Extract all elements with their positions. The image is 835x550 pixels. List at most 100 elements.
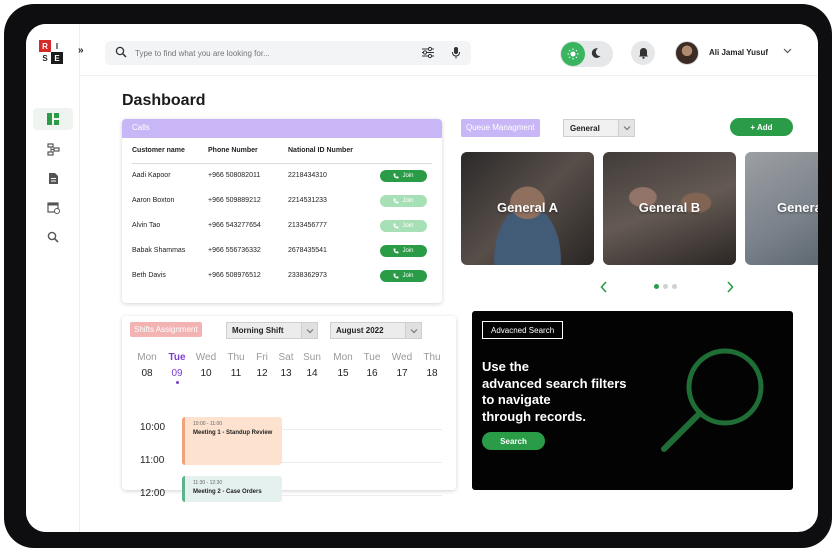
queue-selected-value: General	[570, 124, 600, 133]
carousel-next-icon[interactable]	[726, 281, 734, 293]
shift-event[interactable]: 10:00 - 11:00 Meeting 1 - Standup Review	[182, 417, 282, 465]
join-label: Join	[402, 197, 414, 204]
sidebar-item-search[interactable]	[39, 226, 67, 248]
phone-icon	[393, 248, 399, 253]
customer-name: Aadi Kapoor	[132, 172, 171, 180]
calendar-day-today[interactable]: Tue 09	[162, 352, 192, 384]
customer-name: Alvin Tao	[132, 222, 161, 229]
column-header: National ID Number	[288, 139, 380, 164]
calendar-day[interactable]: Mon 15	[328, 352, 358, 379]
national-id: 2338362973	[288, 272, 327, 279]
today-indicator	[175, 381, 179, 384]
calendar-day[interactable]: Mon 08	[132, 352, 162, 379]
phone-number: +966 509889212	[208, 197, 261, 204]
search-input[interactable]	[135, 45, 405, 61]
calendar-day[interactable]: Tue 16	[357, 352, 387, 379]
phone-number: +966 508082011	[208, 172, 261, 180]
sidebar-item-dashboard[interactable]	[33, 108, 73, 130]
queue-tile-label: General A	[497, 200, 558, 215]
light-mode-button[interactable]	[561, 42, 585, 66]
shift-select[interactable]: Morning Shift	[226, 322, 318, 339]
calendar-day[interactable]: Wed 17	[387, 352, 417, 379]
promo-line: Use the	[482, 359, 529, 374]
collapse-sidebar-button[interactable]: »	[78, 45, 84, 56]
queue-tile-label: General C	[777, 200, 818, 215]
chevron-down-icon	[405, 323, 421, 338]
queue-management-label: Queue Managment	[461, 119, 540, 137]
join-button-disabled[interactable]: Join	[380, 219, 427, 232]
queue-tile-general-c[interactable]: General C	[745, 152, 818, 265]
advanced-search-text: Use the advanced search filters to navig…	[482, 359, 682, 425]
workflow-icon	[46, 142, 60, 156]
promo-line: through records.	[482, 408, 587, 424]
queue-select[interactable]: General	[563, 119, 635, 137]
advanced-search-panel: Advacned Search Use the advanced search …	[472, 311, 793, 490]
join-button[interactable]: Join	[380, 244, 427, 257]
calendar-day[interactable]: Sun 14	[297, 352, 327, 379]
rise-logo: R I S E	[39, 40, 63, 64]
calendar-day[interactable]: Wed 10	[191, 352, 221, 379]
sidebar-item-workflow[interactable]	[39, 138, 67, 160]
phone-icon	[393, 223, 399, 228]
day-name: Thu	[227, 352, 245, 363]
global-search[interactable]	[105, 41, 471, 65]
carousel-dot[interactable]	[672, 284, 677, 289]
time-label: 10:00	[140, 422, 166, 433]
customer-name: Beth Davis	[132, 272, 166, 279]
avatar[interactable]	[675, 41, 699, 65]
day-date: 18	[426, 368, 438, 379]
filter-icon[interactable]	[421, 46, 435, 59]
day-name: Tue	[363, 352, 381, 363]
chevron-down-icon[interactable]	[783, 46, 792, 55]
join-button[interactable]: Join	[380, 169, 427, 182]
sidebar-item-schedule[interactable]	[39, 196, 67, 218]
notifications-button[interactable]	[631, 41, 655, 65]
screen: R I S E » Type to find what you are look…	[26, 24, 818, 532]
time-label: 11:00	[140, 455, 165, 466]
queue-tile-label: General B	[638, 200, 701, 215]
carousel-pagination	[654, 284, 677, 289]
moon-icon[interactable]	[590, 47, 602, 59]
carousel-dot[interactable]	[663, 284, 668, 289]
national-id: 2133456777	[288, 222, 327, 229]
chevron-down-icon	[618, 120, 634, 136]
carousel-dot[interactable]	[654, 284, 659, 289]
phone-number: +966 556736332	[208, 247, 261, 254]
calls-header: Calls	[122, 119, 442, 138]
shift-selected-value: Morning Shift	[232, 326, 284, 335]
carousel-prev-icon[interactable]	[600, 281, 608, 293]
search-icon	[47, 231, 59, 243]
calendar-clock-icon	[46, 201, 60, 214]
day-date: 14	[306, 368, 318, 379]
event-time: 11:30 - 12:30	[193, 480, 223, 486]
theme-toggle[interactable]	[560, 41, 613, 67]
logo-letter-s: S	[39, 52, 51, 64]
calls-table: Customer name Phone Number National ID N…	[132, 139, 432, 288]
logo-letter-i: I	[51, 40, 63, 52]
queue-tile-general-a[interactable]: General A	[461, 152, 594, 265]
queue-tile-general-b[interactable]: General B	[603, 152, 736, 265]
user-name[interactable]: Ali Jamal Yusuf	[709, 48, 768, 57]
day-name: Tue	[168, 352, 186, 363]
day-name: Thu	[423, 352, 441, 363]
table-row: Aaron Boxton +966 509889212 2214531233 J…	[132, 188, 432, 213]
column-header	[380, 139, 432, 164]
join-button-disabled[interactable]: Join	[380, 194, 427, 207]
event-title: Meeting 2 - Case Orders	[193, 489, 262, 495]
join-label: Join	[402, 272, 414, 279]
phone-icon	[393, 198, 399, 203]
calendar-day[interactable]: Thu 18	[417, 352, 447, 379]
advanced-search-button[interactable]: Search	[482, 432, 545, 450]
sidebar-item-documents[interactable]	[39, 167, 67, 189]
shift-event[interactable]: 11:30 - 12:30 Meeting 2 - Case Orders	[182, 476, 282, 502]
microphone-icon[interactable]	[451, 46, 461, 59]
join-button[interactable]: Join	[380, 269, 427, 282]
day-name: Wed	[391, 352, 413, 363]
add-queue-button[interactable]: + Add	[730, 118, 793, 136]
chevron-down-icon	[301, 323, 317, 338]
document-icon	[48, 172, 58, 184]
sun-icon	[567, 48, 579, 60]
table-row: Babak Shammas +966 556736332 2678435541 …	[132, 238, 432, 263]
promo-line: to navigate	[482, 392, 551, 407]
month-select[interactable]: August 2022	[330, 322, 422, 339]
